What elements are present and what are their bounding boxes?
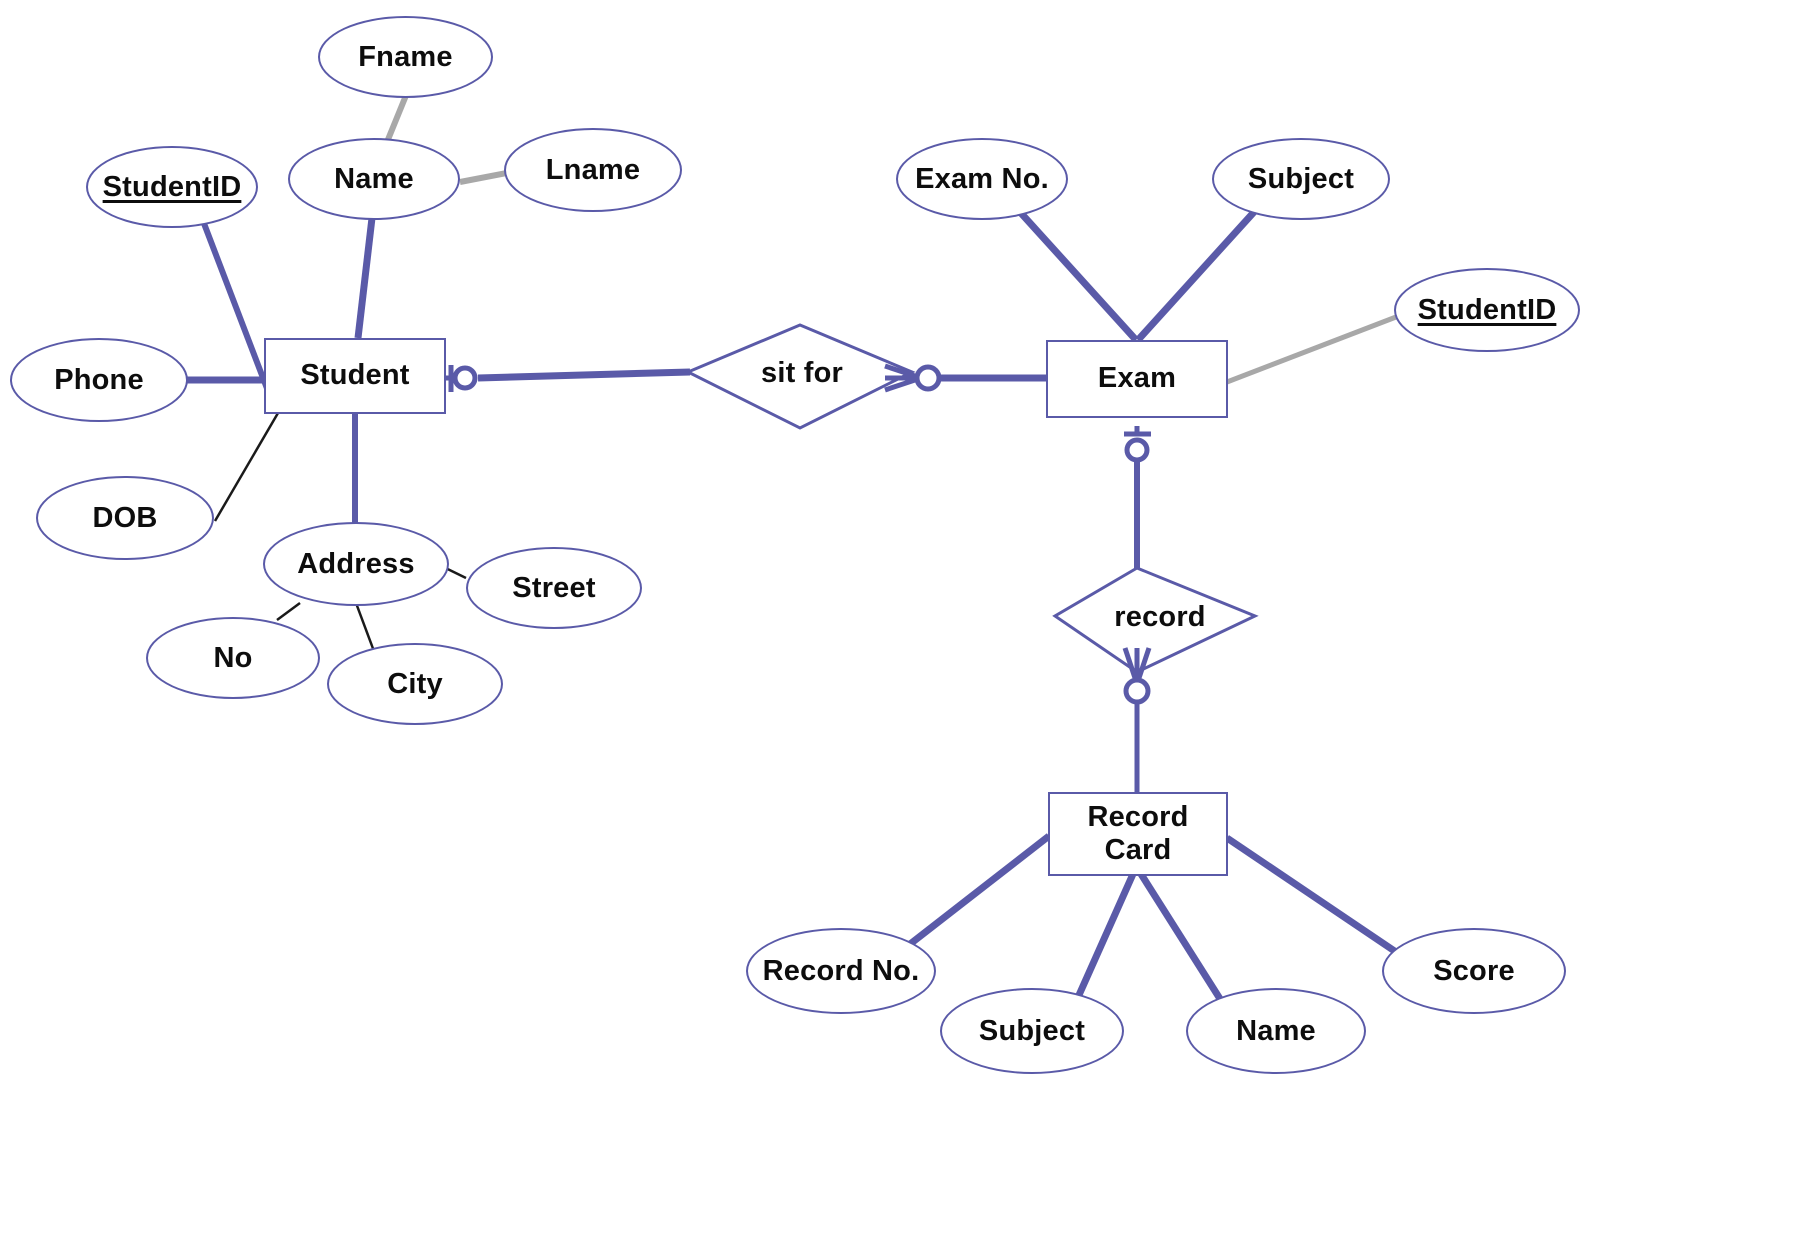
attribute-rc-subject-label: Subject: [978, 1014, 1086, 1047]
attribute-exam-no[interactable]: Exam No.: [896, 138, 1068, 220]
marker-sitfor-circle: [914, 364, 942, 392]
attribute-phone-label: Phone: [54, 363, 144, 396]
attribute-rc-subject[interactable]: Subject: [940, 988, 1124, 1074]
attribute-exam-subject[interactable]: Subject: [1212, 138, 1390, 220]
entity-exam[interactable]: Exam: [1046, 340, 1228, 418]
entity-record-card[interactable]: Record Card: [1048, 792, 1228, 876]
marker-student-circle: [452, 365, 478, 391]
attribute-name[interactable]: Name: [288, 138, 460, 220]
attribute-rc-name-label: Name: [1236, 1014, 1316, 1047]
attribute-rc-name[interactable]: Name: [1186, 988, 1366, 1074]
attribute-exam-no-label: Exam No.: [915, 162, 1049, 195]
entity-student-label: Student: [300, 359, 410, 392]
entity-record-card-label-line1: Record: [1087, 800, 1189, 833]
attribute-address-label: Address: [297, 547, 415, 580]
attribute-address[interactable]: Address: [263, 522, 449, 606]
attribute-exam-studentid[interactable]: StudentID: [1394, 268, 1580, 352]
marker-record-circle: [1123, 677, 1151, 705]
edge-rcscore-recordcard: [1225, 835, 1398, 955]
edge-rcsubject-recordcard: [1071, 872, 1137, 1006]
edge-address-no: [276, 601, 301, 622]
attribute-street-label: Street: [512, 571, 596, 604]
relationship-sitfor[interactable]: sit for: [722, 350, 882, 396]
attribute-studentid-label: StudentID: [102, 170, 242, 203]
attribute-dob-label: DOB: [92, 501, 158, 534]
attribute-city-label: City: [387, 667, 443, 700]
attribute-lname-label: Lname: [545, 153, 641, 186]
edge-dob-student: [213, 412, 280, 522]
edge-exam-studentid: [1226, 314, 1397, 385]
attribute-exam-subject-label: Subject: [1247, 162, 1355, 195]
relationship-record-label: record: [1114, 600, 1206, 633]
edge-recordno-recordcard: [902, 833, 1052, 951]
entity-record-card-label-line2: Card: [1104, 834, 1172, 866]
attribute-studentid[interactable]: StudentID: [86, 146, 258, 228]
relationship-sitfor-label: sit for: [761, 356, 843, 389]
edge-examno-exam: [1017, 209, 1139, 343]
attribute-record-no-label: Record No.: [762, 954, 920, 987]
attribute-fname[interactable]: Fname: [318, 16, 493, 98]
attribute-exam-studentid-label: StudentID: [1417, 293, 1557, 326]
attribute-city[interactable]: City: [327, 643, 503, 725]
attribute-dob[interactable]: DOB: [36, 476, 214, 560]
attribute-rc-score-label: Score: [1433, 954, 1515, 987]
attribute-rc-score[interactable]: Score: [1382, 928, 1566, 1014]
attribute-record-no[interactable]: Record No.: [746, 928, 936, 1014]
edge-fname-name: [384, 91, 410, 144]
edge-subject-exam: [1135, 209, 1257, 343]
entity-exam-label: Exam: [1097, 362, 1177, 395]
edge-name-student: [354, 217, 376, 339]
attribute-fname-label: Fname: [358, 40, 453, 73]
attribute-phone[interactable]: Phone: [10, 338, 188, 422]
entity-student[interactable]: Student: [264, 338, 446, 414]
attribute-street[interactable]: Street: [466, 547, 642, 629]
edge-rcname-recordcard: [1138, 872, 1225, 1004]
attribute-lname[interactable]: Lname: [504, 128, 682, 212]
marker-exam-circle: [1124, 437, 1150, 463]
relationship-record[interactable]: record: [1080, 594, 1240, 640]
edge-student-sitfor: [477, 368, 691, 382]
attribute-no[interactable]: No: [146, 617, 320, 699]
attribute-name-label: Name: [334, 162, 414, 195]
attribute-no-label: No: [213, 641, 253, 674]
edge-studentid-student: [197, 211, 271, 393]
er-diagram-canvas: Fname StudentID Name Lname Phone Student…: [0, 0, 1800, 1250]
